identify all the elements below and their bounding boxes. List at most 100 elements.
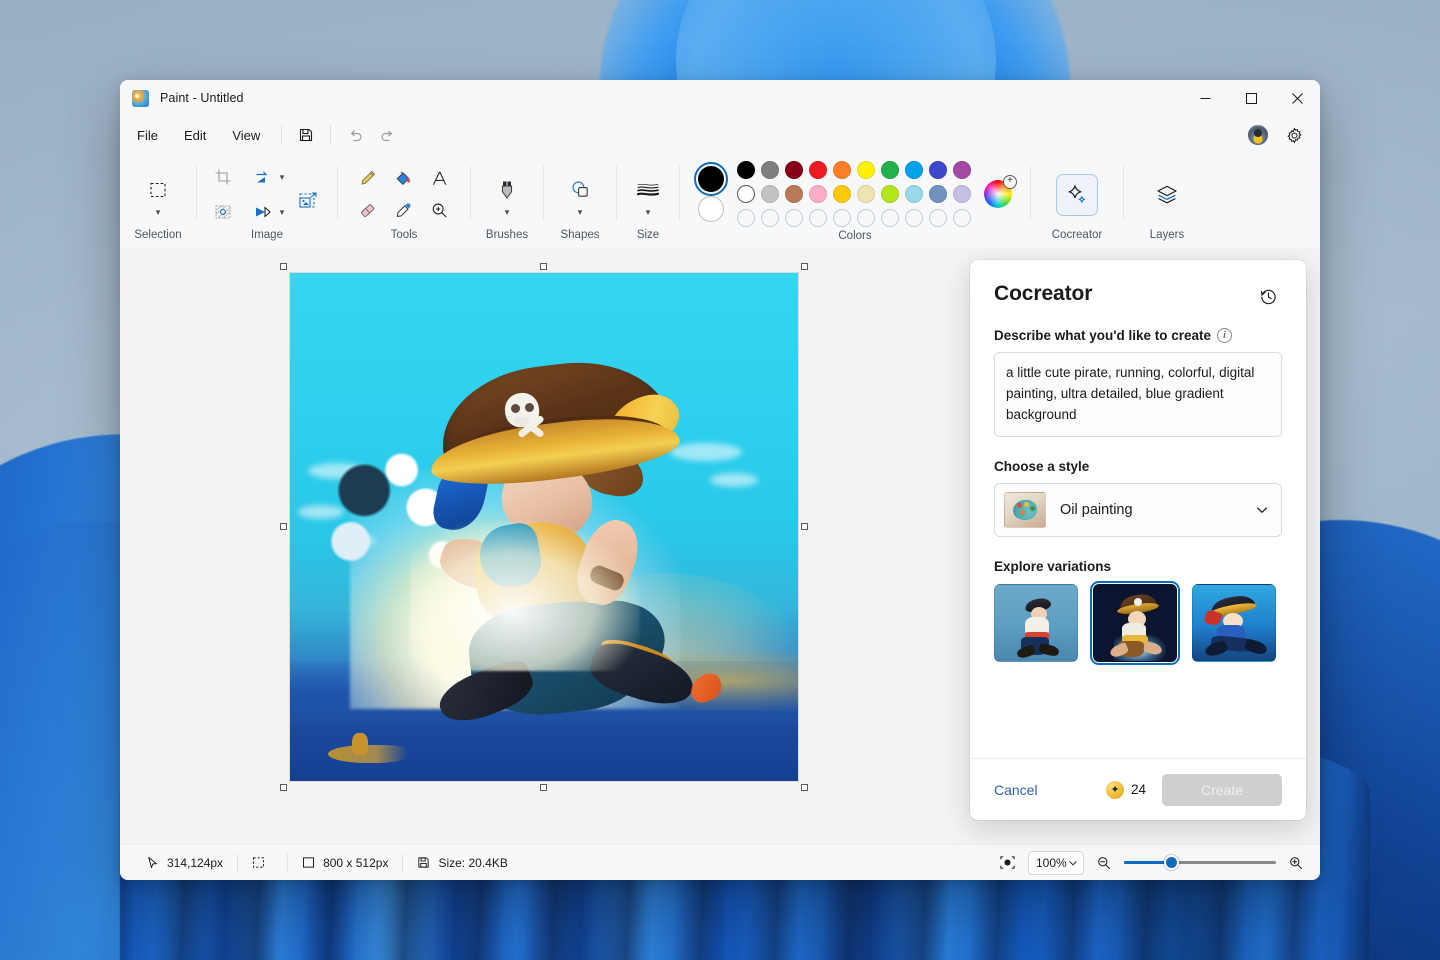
menu-edit[interactable]: Edit: [171, 123, 219, 148]
color-swatch-1-5[interactable]: [854, 158, 878, 182]
swatch: [857, 185, 875, 203]
color-swatch-2-1[interactable]: [758, 182, 782, 206]
credit-coin-icon: ✦: [1106, 781, 1124, 799]
color-swatch-1-1[interactable]: [758, 158, 782, 182]
color-swatch-2-9[interactable]: [950, 182, 974, 206]
color-swatch-1-9[interactable]: [950, 158, 974, 182]
selection-handle-sw[interactable]: [280, 784, 287, 791]
remove-background-icon[interactable]: [206, 195, 240, 229]
pencil-icon[interactable]: [350, 162, 384, 196]
selection-handle-w[interactable]: [280, 523, 287, 530]
shapes-chevron-down-icon[interactable]: ▾: [578, 207, 583, 217]
layers-icon[interactable]: [1147, 175, 1187, 215]
color-swatch-2-0[interactable]: [734, 182, 758, 206]
drawing-canvas[interactable]: [290, 273, 798, 781]
zoom-out-icon[interactable]: [1096, 855, 1112, 871]
menu-view[interactable]: View: [219, 123, 273, 148]
maximize-button[interactable]: [1228, 80, 1274, 116]
color-picker-wheel[interactable]: [984, 180, 1012, 208]
magnifier-icon[interactable]: [422, 194, 456, 228]
selection-handle-n[interactable]: [540, 263, 547, 270]
prompt-input[interactable]: a little cute pirate, running, colorful,…: [994, 352, 1282, 437]
selection-handle-nw[interactable]: [280, 263, 287, 270]
color-swatch-1-6[interactable]: [878, 158, 902, 182]
shapes-icon[interactable]: [563, 173, 597, 207]
color-swatch-2-5[interactable]: [854, 182, 878, 206]
rotate-chevron-down-icon[interactable]: ▾: [280, 172, 285, 182]
style-dropdown[interactable]: Oil painting: [994, 483, 1282, 537]
color-swatch-2-6[interactable]: [878, 182, 902, 206]
selection-handle-se[interactable]: [801, 784, 808, 791]
color-swatch-3-2[interactable]: [782, 206, 806, 230]
eraser-icon[interactable]: [350, 194, 384, 228]
selection-chevron-down-icon[interactable]: ▾: [156, 207, 161, 217]
selection-handle-s[interactable]: [540, 784, 547, 791]
swatch: [905, 209, 923, 227]
color-swatch-3-4[interactable]: [830, 206, 854, 230]
zoom-slider-thumb[interactable]: [1164, 855, 1179, 870]
zoom-level-dropdown[interactable]: 100%: [1028, 851, 1084, 875]
color-swatch-2-7[interactable]: [902, 182, 926, 206]
eyedropper-icon[interactable]: [386, 194, 420, 228]
close-button[interactable]: [1274, 80, 1320, 116]
fit-to-window-icon[interactable]: [999, 854, 1016, 871]
variation-thumbnail-1[interactable]: [994, 584, 1078, 662]
color-swatch-1-3[interactable]: [806, 158, 830, 182]
brush-icon[interactable]: [490, 173, 524, 207]
color-swatch-1-4[interactable]: [830, 158, 854, 182]
selection-handle-ne[interactable]: [801, 263, 808, 270]
color-swatch-3-0[interactable]: [734, 206, 758, 230]
color-swatch-2-8[interactable]: [926, 182, 950, 206]
variation-thumbnail-3[interactable]: [1192, 584, 1276, 662]
color-swatch-3-8[interactable]: [926, 206, 950, 230]
color-swatch-3-3[interactable]: [806, 206, 830, 230]
color-swatch-3-6[interactable]: [878, 206, 902, 230]
line-size-icon[interactable]: [631, 173, 665, 207]
history-icon[interactable]: [1254, 282, 1282, 310]
color-swatch-3-5[interactable]: [854, 206, 878, 230]
primary-color-swatch[interactable]: [698, 166, 724, 192]
undo-icon[interactable]: [339, 121, 371, 149]
minimize-button[interactable]: [1182, 80, 1228, 116]
save-icon[interactable]: [290, 121, 322, 149]
color-swatch-2-3[interactable]: [806, 182, 830, 206]
create-button[interactable]: Create: [1162, 774, 1282, 806]
rectangular-select-icon[interactable]: [141, 173, 175, 207]
redo-icon[interactable]: [371, 121, 403, 149]
chevron-down-icon[interactable]: [1068, 858, 1078, 868]
color-swatch-3-9[interactable]: [950, 206, 974, 230]
text-icon[interactable]: [422, 162, 456, 196]
color-swatch-3-1[interactable]: [758, 206, 782, 230]
variation-thumbnail-2[interactable]: [1093, 584, 1177, 662]
window-title: Paint - Untitled: [160, 91, 244, 105]
zoom-in-icon[interactable]: [1288, 855, 1304, 871]
size-chevron-down-icon[interactable]: ▾: [646, 207, 651, 217]
zoom-slider[interactable]: [1124, 855, 1276, 871]
resize-skew-icon[interactable]: [290, 182, 328, 220]
flip-chevron-down-icon[interactable]: ▾: [280, 207, 285, 217]
sparkle-icon[interactable]: [1057, 175, 1097, 215]
gear-icon[interactable]: [1278, 121, 1310, 149]
flip-icon[interactable]: [246, 195, 280, 229]
selection-handle-e[interactable]: [801, 523, 808, 530]
color-swatch-3-7[interactable]: [902, 206, 926, 230]
cancel-button[interactable]: Cancel: [994, 782, 1038, 798]
fill-bucket-icon[interactable]: [386, 162, 420, 196]
ribbon-toolbar: ▾ Selection: [120, 154, 1320, 248]
brushes-chevron-down-icon[interactable]: ▾: [505, 207, 510, 217]
image-size-cell: 800 x 512px: [288, 852, 402, 874]
color-swatch-1-7[interactable]: [902, 158, 926, 182]
crop-icon[interactable]: [206, 160, 240, 194]
color-swatch-1-0[interactable]: [734, 158, 758, 182]
color-swatch-1-2[interactable]: [782, 158, 806, 182]
rotate-icon[interactable]: [246, 160, 280, 194]
color-swatch-1-8[interactable]: [926, 158, 950, 182]
color-swatch-2-4[interactable]: [830, 182, 854, 206]
swatch: [881, 185, 899, 203]
info-icon[interactable]: i: [1217, 328, 1232, 343]
user-avatar[interactable]: [1248, 125, 1268, 145]
menu-file[interactable]: File: [124, 123, 171, 148]
color-swatch-2-2[interactable]: [782, 182, 806, 206]
chevron-down-icon[interactable]: [1255, 503, 1269, 517]
secondary-color-swatch[interactable]: [698, 196, 724, 222]
